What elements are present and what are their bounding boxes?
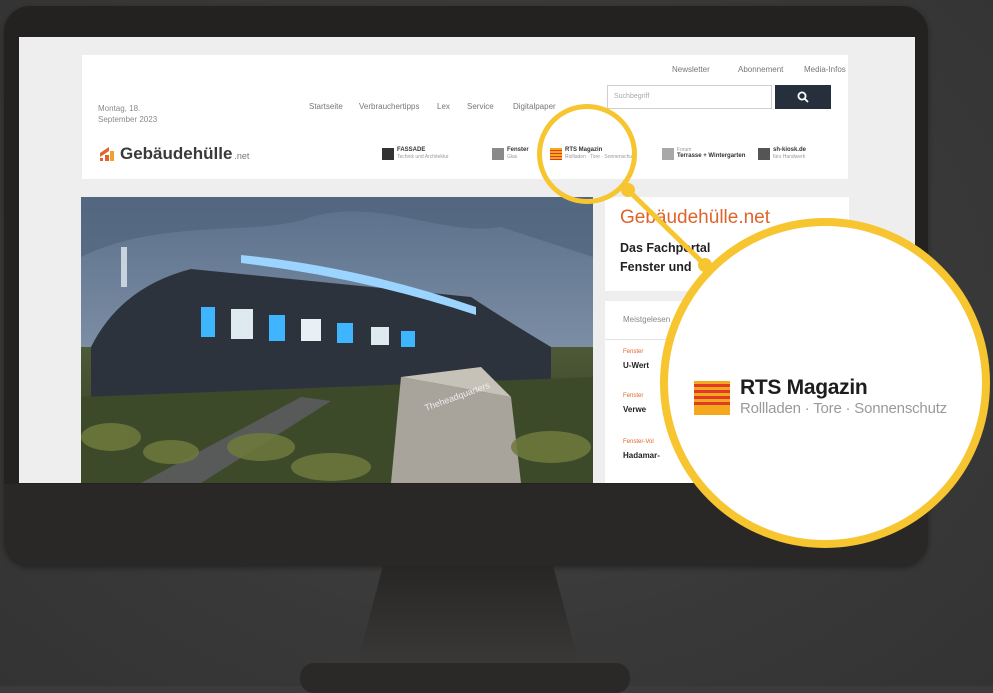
date-display: Montag, 18. September 2023: [98, 103, 188, 125]
fassade-icon: [382, 148, 394, 160]
search-button[interactable]: [775, 85, 831, 109]
abonnement-link[interactable]: Abonnement: [738, 65, 783, 74]
main-nav: Startseite Verbrauchertipps Lex Service …: [82, 83, 682, 111]
media-infos-link[interactable]: Media-Infos: [804, 65, 846, 74]
hero-photo: Theheadquarters: [81, 197, 593, 483]
partner-subtitle: Glas: [507, 154, 518, 160]
newsletter-link[interactable]: Newsletter: [672, 65, 710, 74]
site-header: Montag, 18. September 2023 Newsletter Ab…: [82, 55, 848, 179]
nav-service[interactable]: Service: [467, 102, 494, 111]
sidebar-brand: Gebäudehülle.net: [620, 207, 771, 228]
nav-lex[interactable]: Lex: [437, 102, 450, 111]
list-item-title[interactable]: U-Wert: [623, 361, 649, 370]
top-links: Newsletter Abonnement Media-Infos: [482, 65, 846, 77]
rts-logo-icon: [694, 381, 730, 415]
zoom-magnifier: RTS Magazin Rollladen · Tore · Sonnensch…: [660, 218, 990, 548]
list-item-category: Fenster: [623, 349, 644, 355]
list-item-category: Fenster: [623, 393, 644, 399]
zoom-subtitle: Rollladen · Tore · Sonnenschutz: [740, 400, 947, 417]
date-line2: September 2023: [98, 115, 158, 124]
nav-digitalpaper[interactable]: Digitalpaper: [513, 102, 556, 111]
nav-startseite[interactable]: Startseite: [309, 102, 343, 111]
monitor-base: [300, 663, 630, 693]
partner-subtitle: Technik und Architektur: [397, 154, 449, 160]
kiosk-icon: [758, 148, 770, 160]
monitor-stand: [356, 566, 580, 668]
list-item-title[interactable]: Hadamar-: [623, 451, 660, 460]
partner-title: Terrasse + Wintergarten: [677, 153, 746, 159]
list-item-category: Fenster-Vol: [623, 439, 654, 445]
partner-subtitle: fürs Handwerk: [773, 154, 806, 160]
zoom-title: RTS Magazin: [740, 376, 868, 399]
tab-meistgelesen[interactable]: Meistgelesen: [623, 315, 670, 324]
fenster-icon: [492, 148, 504, 160]
terrasse-icon: [662, 148, 674, 160]
partner-title: FASSADE: [397, 147, 426, 153]
logo-text: Gebäudehülle .net: [120, 144, 250, 163]
house-logo-icon: [100, 147, 114, 161]
nav-verbrauchertipps[interactable]: Verbrauchertipps: [359, 102, 419, 111]
partner-title: Fenster: [507, 147, 529, 153]
list-item-title[interactable]: Verwe: [623, 405, 646, 414]
search-input[interactable]: Suchbegriff: [607, 85, 772, 109]
date-line1: Montag, 18.: [98, 104, 141, 113]
search-icon: [797, 91, 809, 103]
partner-title: sh-kiosk.de: [773, 147, 807, 153]
connector-dot-start: [621, 183, 635, 197]
hero-image[interactable]: Theheadquarters: [81, 197, 593, 483]
partner-subtitle: Forum: [677, 147, 692, 153]
